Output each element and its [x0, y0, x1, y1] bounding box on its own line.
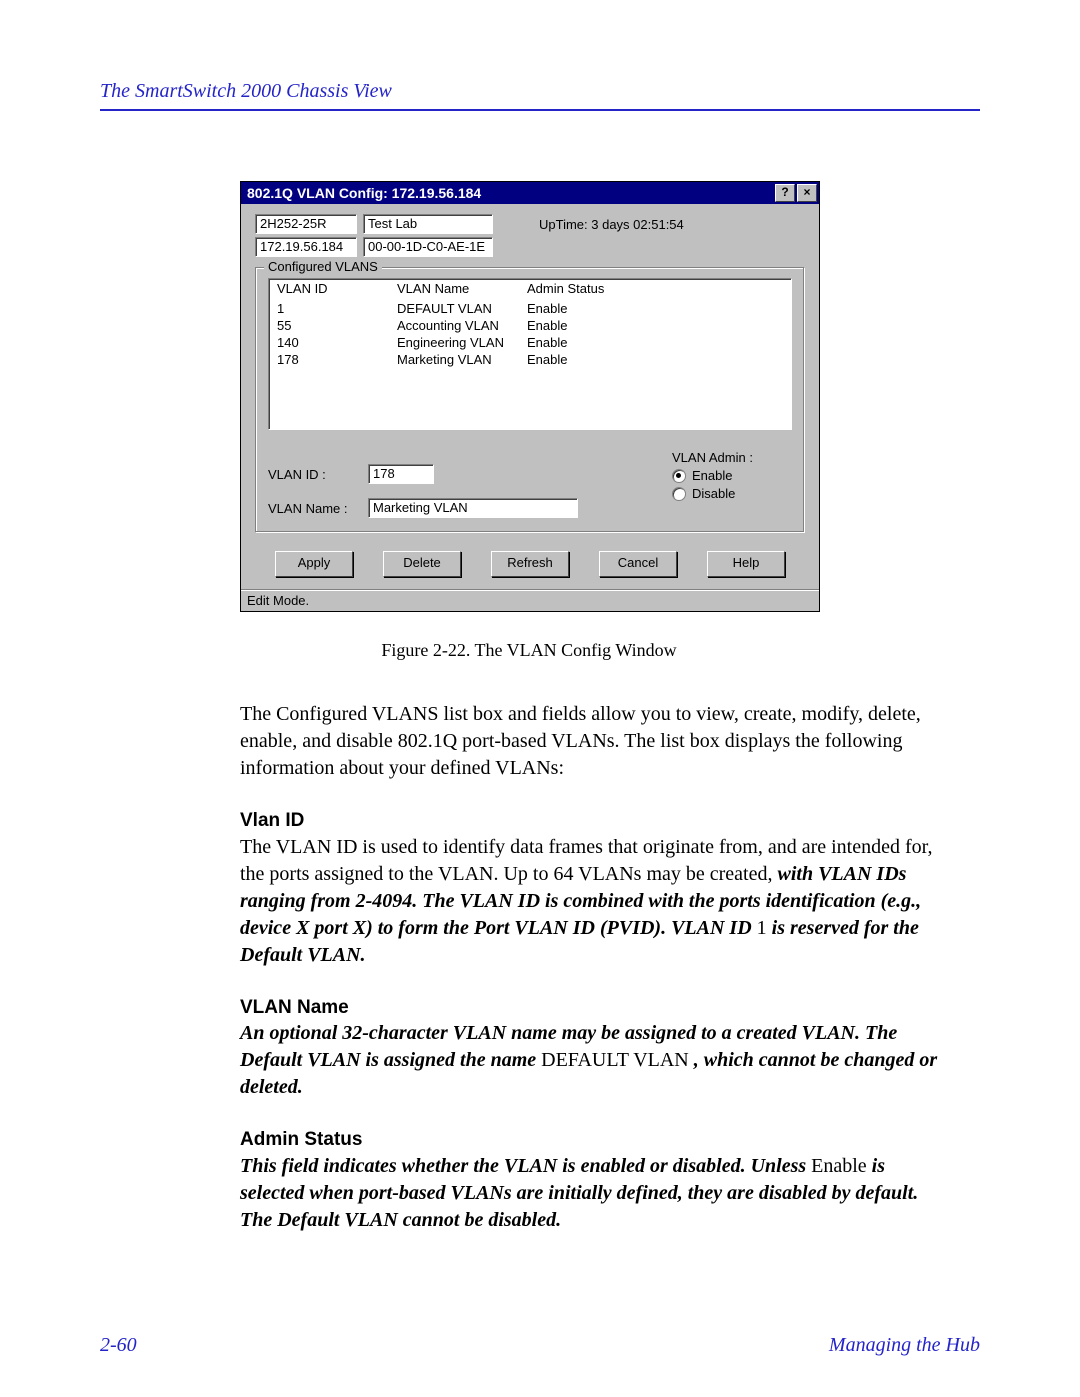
- apply-button[interactable]: Apply: [275, 551, 353, 577]
- footer-section: Managing the Hub: [829, 1334, 980, 1357]
- radio-disable[interactable]: Disable: [672, 486, 792, 501]
- vlan-listbox[interactable]: VLAN ID VLAN Name Admin Status 1 DEFAULT…: [268, 278, 792, 430]
- admin-status-text: This field indicates whether the VLAN is…: [240, 1153, 940, 1234]
- intro-paragraph: The Configured VLANS list box and fields…: [240, 701, 940, 782]
- cancel-button[interactable]: Cancel: [599, 551, 677, 577]
- dialog-statusbar: Edit Mode.: [241, 589, 819, 611]
- vlan-admin-label: VLAN Admin :: [672, 450, 792, 465]
- location-field: Test Lab: [363, 214, 493, 234]
- dialog-titlebar: 802.1Q VLAN Config: 172.19.56.184 ? ×: [241, 182, 819, 204]
- vlan-id-label: VLAN ID :: [268, 467, 360, 482]
- close-icon[interactable]: ×: [797, 184, 817, 202]
- vlan-name-label: VLAN Name :: [268, 501, 360, 516]
- list-item[interactable]: 178 Marketing VLAN Enable: [269, 351, 791, 368]
- col-header-status: Admin Status: [527, 281, 627, 296]
- list-item[interactable]: 55 Accounting VLAN Enable: [269, 317, 791, 334]
- col-header-name: VLAN Name: [397, 281, 527, 296]
- delete-button[interactable]: Delete: [383, 551, 461, 577]
- running-header: The SmartSwitch 2000 Chassis View: [100, 80, 980, 103]
- help-icon[interactable]: ?: [775, 184, 795, 202]
- col-header-id: VLAN ID: [269, 281, 397, 296]
- radio-dot-icon: [672, 469, 686, 483]
- header-rule: [100, 109, 980, 111]
- vlan-name-heading: VLAN Name: [240, 995, 940, 1021]
- groupbox-label: Configured VLANS: [264, 259, 382, 274]
- configured-vlans-group: Configured VLANS VLAN ID VLAN Name Admin…: [255, 267, 805, 533]
- list-item[interactable]: 140 Engineering VLAN Enable: [269, 334, 791, 351]
- vlan-name-input[interactable]: Marketing VLAN: [368, 498, 578, 518]
- ip-field: 172.19.56.184: [255, 237, 357, 257]
- radio-enable[interactable]: Enable: [672, 468, 792, 483]
- refresh-button[interactable]: Refresh: [491, 551, 569, 577]
- page-number: 2-60: [100, 1334, 137, 1357]
- vlan-id-heading: Vlan ID: [240, 808, 940, 834]
- dialog-title: 802.1Q VLAN Config: 172.19.56.184: [247, 185, 775, 201]
- radio-dot-icon: [672, 487, 686, 501]
- device-name-field: 2H252-25R: [255, 214, 357, 234]
- vlan-id-text: The VLAN ID is used to identify data fra…: [240, 834, 940, 969]
- vlan-id-input[interactable]: 178: [368, 464, 434, 484]
- uptime-text: UpTime: 3 days 02:51:54: [539, 217, 684, 232]
- admin-status-heading: Admin Status: [240, 1127, 940, 1153]
- mac-field: 00-00-1D-C0-AE-1E: [363, 237, 493, 257]
- vlan-config-dialog: 802.1Q VLAN Config: 172.19.56.184 ? × 2H…: [240, 181, 820, 612]
- help-button[interactable]: Help: [707, 551, 785, 577]
- figure-caption: Figure 2-22. The VLAN Config Window: [240, 640, 818, 661]
- list-item[interactable]: 1 DEFAULT VLAN Enable: [269, 300, 791, 317]
- vlan-name-text: An optional 32-character VLAN name may b…: [240, 1020, 940, 1101]
